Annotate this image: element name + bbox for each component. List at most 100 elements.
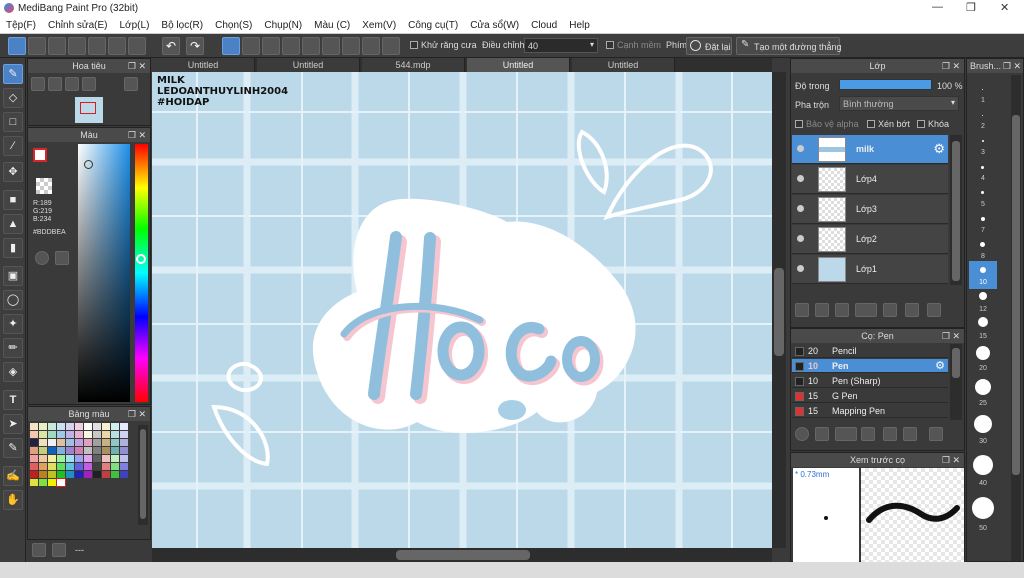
zoom-in-icon[interactable] xyxy=(31,77,45,91)
snap-cross-icon[interactable] xyxy=(262,37,280,55)
palette-swatch[interactable] xyxy=(48,439,56,446)
palette-swatch[interactable] xyxy=(93,463,101,470)
brush-duplicate-icon[interactable] xyxy=(903,427,917,441)
palette-swatch[interactable] xyxy=(66,471,74,478)
palette-swatch[interactable] xyxy=(84,439,92,446)
brush-size-item[interactable]: 12 xyxy=(969,287,997,315)
select-eraser-tool-icon[interactable]: ◈ xyxy=(3,362,23,382)
palette-swatch[interactable] xyxy=(84,455,92,462)
palette-swatch[interactable] xyxy=(30,423,38,430)
rectangle-tool-icon[interactable]: □ xyxy=(3,112,23,132)
palette-swatch[interactable] xyxy=(111,463,119,470)
brush-size-scrollbar[interactable] xyxy=(1011,75,1021,561)
palette-swatch[interactable] xyxy=(39,439,47,446)
panel-close-icon[interactable]: ❐ ✕ xyxy=(1003,59,1021,73)
eye-icon[interactable] xyxy=(797,145,804,152)
menu-file[interactable]: Tệp(F) xyxy=(0,17,42,31)
palette-scrollbar[interactable] xyxy=(138,425,148,525)
vertical-scroll-thumb[interactable] xyxy=(774,268,784,356)
canvas[interactable]: MILK LEDOANTHUYLINH2004 #HOIDAP xyxy=(152,72,772,548)
palette-swatch[interactable] xyxy=(120,471,128,478)
palette-swatch[interactable] xyxy=(84,423,92,430)
reset-button[interactable]: Đặt lại xyxy=(686,37,732,55)
palette-swatch[interactable] xyxy=(75,431,83,438)
layer-item[interactable]: milk ⚙ xyxy=(792,135,948,164)
palette-swatch[interactable] xyxy=(39,423,47,430)
palette-swatch[interactable] xyxy=(93,447,101,454)
cloud-icon[interactable] xyxy=(8,37,26,55)
palette-swatch[interactable] xyxy=(57,463,65,470)
palette-swatch[interactable] xyxy=(75,463,83,470)
palette-swatch[interactable] xyxy=(66,439,74,446)
brush-item[interactable]: 10 Pen ⚙ xyxy=(792,359,948,373)
gear-icon[interactable]: ⚙ xyxy=(935,359,945,372)
new-brush-icon[interactable] xyxy=(815,427,829,441)
palette-icon[interactable] xyxy=(35,251,49,265)
palette-swatch[interactable] xyxy=(111,431,119,438)
brush-item[interactable]: 10 Pen (Sharp) xyxy=(792,374,948,388)
palette-swatch[interactable] xyxy=(66,463,74,470)
palette-swatch[interactable] xyxy=(93,455,101,462)
new-layer-icon[interactable] xyxy=(795,303,809,317)
brush-folder-icon[interactable] xyxy=(883,427,897,441)
palette-swatch[interactable] xyxy=(66,447,74,454)
minimize-button[interactable]: — xyxy=(932,1,943,13)
menu-tools[interactable]: Công cụ(T) xyxy=(402,17,464,31)
panel-close-icon[interactable]: ❐ ✕ xyxy=(942,329,960,343)
share-icon[interactable] xyxy=(28,37,46,55)
snap-vanish-icon[interactable] xyxy=(282,37,300,55)
blend-select[interactable]: Bình thường ▾ xyxy=(839,96,959,111)
undo-icon[interactable]: ↶ xyxy=(162,37,180,55)
palette-swatch[interactable] xyxy=(56,478,66,487)
close-button[interactable]: ✕ xyxy=(1000,1,1009,14)
palette-swatch[interactable] xyxy=(57,431,65,438)
palette-swatch[interactable] xyxy=(48,479,56,486)
palette-swatch[interactable] xyxy=(30,463,38,470)
palette-swatch[interactable] xyxy=(93,431,101,438)
palette-swatch[interactable] xyxy=(75,447,83,454)
brush-size-item[interactable]: 7 xyxy=(969,209,997,237)
palette-swatch[interactable] xyxy=(48,423,56,430)
palette-swatch[interactable] xyxy=(84,431,92,438)
panel-close-icon[interactable]: ❐ ✕ xyxy=(942,453,960,467)
lock-option[interactable]: Khóa xyxy=(917,119,949,129)
menu-filter[interactable]: Bộ lọc(R) xyxy=(155,17,209,31)
brush-size-item[interactable]: 10 xyxy=(969,261,997,289)
palette-swatch[interactable] xyxy=(48,471,56,478)
palette-swatch[interactable] xyxy=(93,439,101,446)
comment-icon[interactable] xyxy=(48,37,66,55)
adjust-select[interactable]: 40 ▾ xyxy=(524,38,598,53)
palette-swatch[interactable] xyxy=(66,431,74,438)
navigator-preview[interactable] xyxy=(75,97,103,123)
straight-line-button[interactable]: ✎ Tạo một đường thẳng xyxy=(736,37,841,55)
snap-off-icon[interactable] xyxy=(222,37,240,55)
brush-size-item[interactable]: 50 xyxy=(969,495,997,539)
palette-swatch[interactable] xyxy=(39,455,47,462)
clip-check[interactable] xyxy=(867,120,875,128)
add-brush-menu-icon[interactable] xyxy=(835,427,857,441)
horizontal-scroll-thumb[interactable] xyxy=(396,550,530,560)
brush-size-item[interactable]: 3 xyxy=(969,131,997,159)
palette-swatch[interactable] xyxy=(39,431,47,438)
palette-swatch[interactable] xyxy=(48,447,56,454)
saturation-value-square[interactable] xyxy=(78,144,130,402)
snap-settings-icon[interactable] xyxy=(382,37,400,55)
palette-swatch[interactable] xyxy=(57,423,65,430)
eraser-tool-icon[interactable]: ◇ xyxy=(3,88,23,108)
zoom-actual-icon[interactable] xyxy=(65,77,79,91)
palette-swatch[interactable] xyxy=(120,423,128,430)
brush-item[interactable]: 20 Pencil xyxy=(792,344,948,358)
palette-swatch[interactable] xyxy=(120,463,128,470)
layer-scroll-thumb[interactable] xyxy=(952,141,960,281)
menu-select[interactable]: Chọn(S) xyxy=(209,17,258,31)
palette-swatch[interactable] xyxy=(93,423,101,430)
brush-scroll-thumb[interactable] xyxy=(952,348,960,378)
palette-swatch[interactable] xyxy=(102,455,110,462)
palette-swatch[interactable] xyxy=(102,431,110,438)
layer-item[interactable]: Lớp4 xyxy=(792,165,948,194)
new-halftone-layer-icon[interactable] xyxy=(815,303,829,317)
palette-swatch[interactable] xyxy=(84,463,92,470)
palette-swatch[interactable] xyxy=(39,471,47,478)
brush-size-scroll-thumb[interactable] xyxy=(1012,115,1020,475)
snap-ellipse-icon[interactable] xyxy=(362,37,380,55)
